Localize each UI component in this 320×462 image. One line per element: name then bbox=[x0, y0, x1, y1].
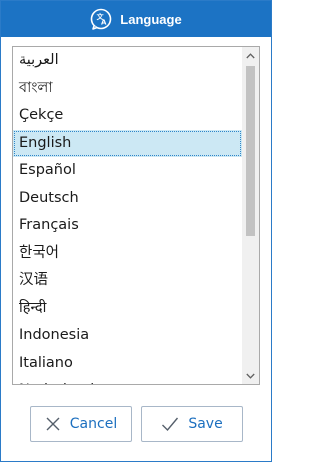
dialog-title: Language bbox=[120, 11, 182, 27]
save-button-label: Save bbox=[188, 416, 223, 432]
language-item[interactable]: Çekçe bbox=[13, 102, 242, 130]
language-dialog: 文 A Language العربية বাংলা Çekçe English Esp… bbox=[0, 0, 272, 462]
language-icon: 文 A bbox=[90, 8, 112, 30]
scroll-down-arrow-icon[interactable] bbox=[242, 367, 259, 384]
language-listbox[interactable]: العربية বাংলা Çekçe English Español Deutsch Fr… bbox=[12, 46, 260, 385]
checkmark-icon bbox=[162, 417, 179, 432]
vertical-scrollbar[interactable] bbox=[242, 47, 259, 384]
language-item[interactable]: 한국어 bbox=[13, 240, 242, 268]
svg-text:A: A bbox=[101, 19, 107, 27]
language-item[interactable]: العربية bbox=[13, 47, 242, 75]
save-button[interactable]: Save bbox=[141, 406, 243, 442]
scroll-up-arrow-icon[interactable] bbox=[242, 47, 259, 64]
language-item[interactable]: Nederlands bbox=[13, 377, 242, 384]
language-item[interactable]: Indonesia bbox=[13, 322, 242, 350]
language-item[interactable]: Deutsch bbox=[13, 185, 242, 213]
title-bar: 文 A Language bbox=[1, 1, 271, 37]
language-item[interactable]: 汉语 bbox=[13, 267, 242, 295]
language-item[interactable]: Français bbox=[13, 212, 242, 240]
language-item[interactable]: English bbox=[13, 129, 242, 157]
language-item[interactable]: हिन्दी bbox=[13, 295, 242, 323]
language-item[interactable]: Italiano bbox=[13, 350, 242, 378]
language-item[interactable]: বাংলা bbox=[13, 75, 242, 103]
scrollbar-thumb[interactable] bbox=[246, 66, 255, 236]
language-list[interactable]: العربية বাংলা Çekçe English Español Deutsch Fr… bbox=[13, 47, 242, 384]
language-item[interactable]: Español bbox=[13, 157, 242, 185]
cancel-button-label: Cancel bbox=[69, 416, 118, 432]
cancel-button[interactable]: Cancel bbox=[30, 406, 132, 442]
close-icon bbox=[46, 417, 60, 431]
